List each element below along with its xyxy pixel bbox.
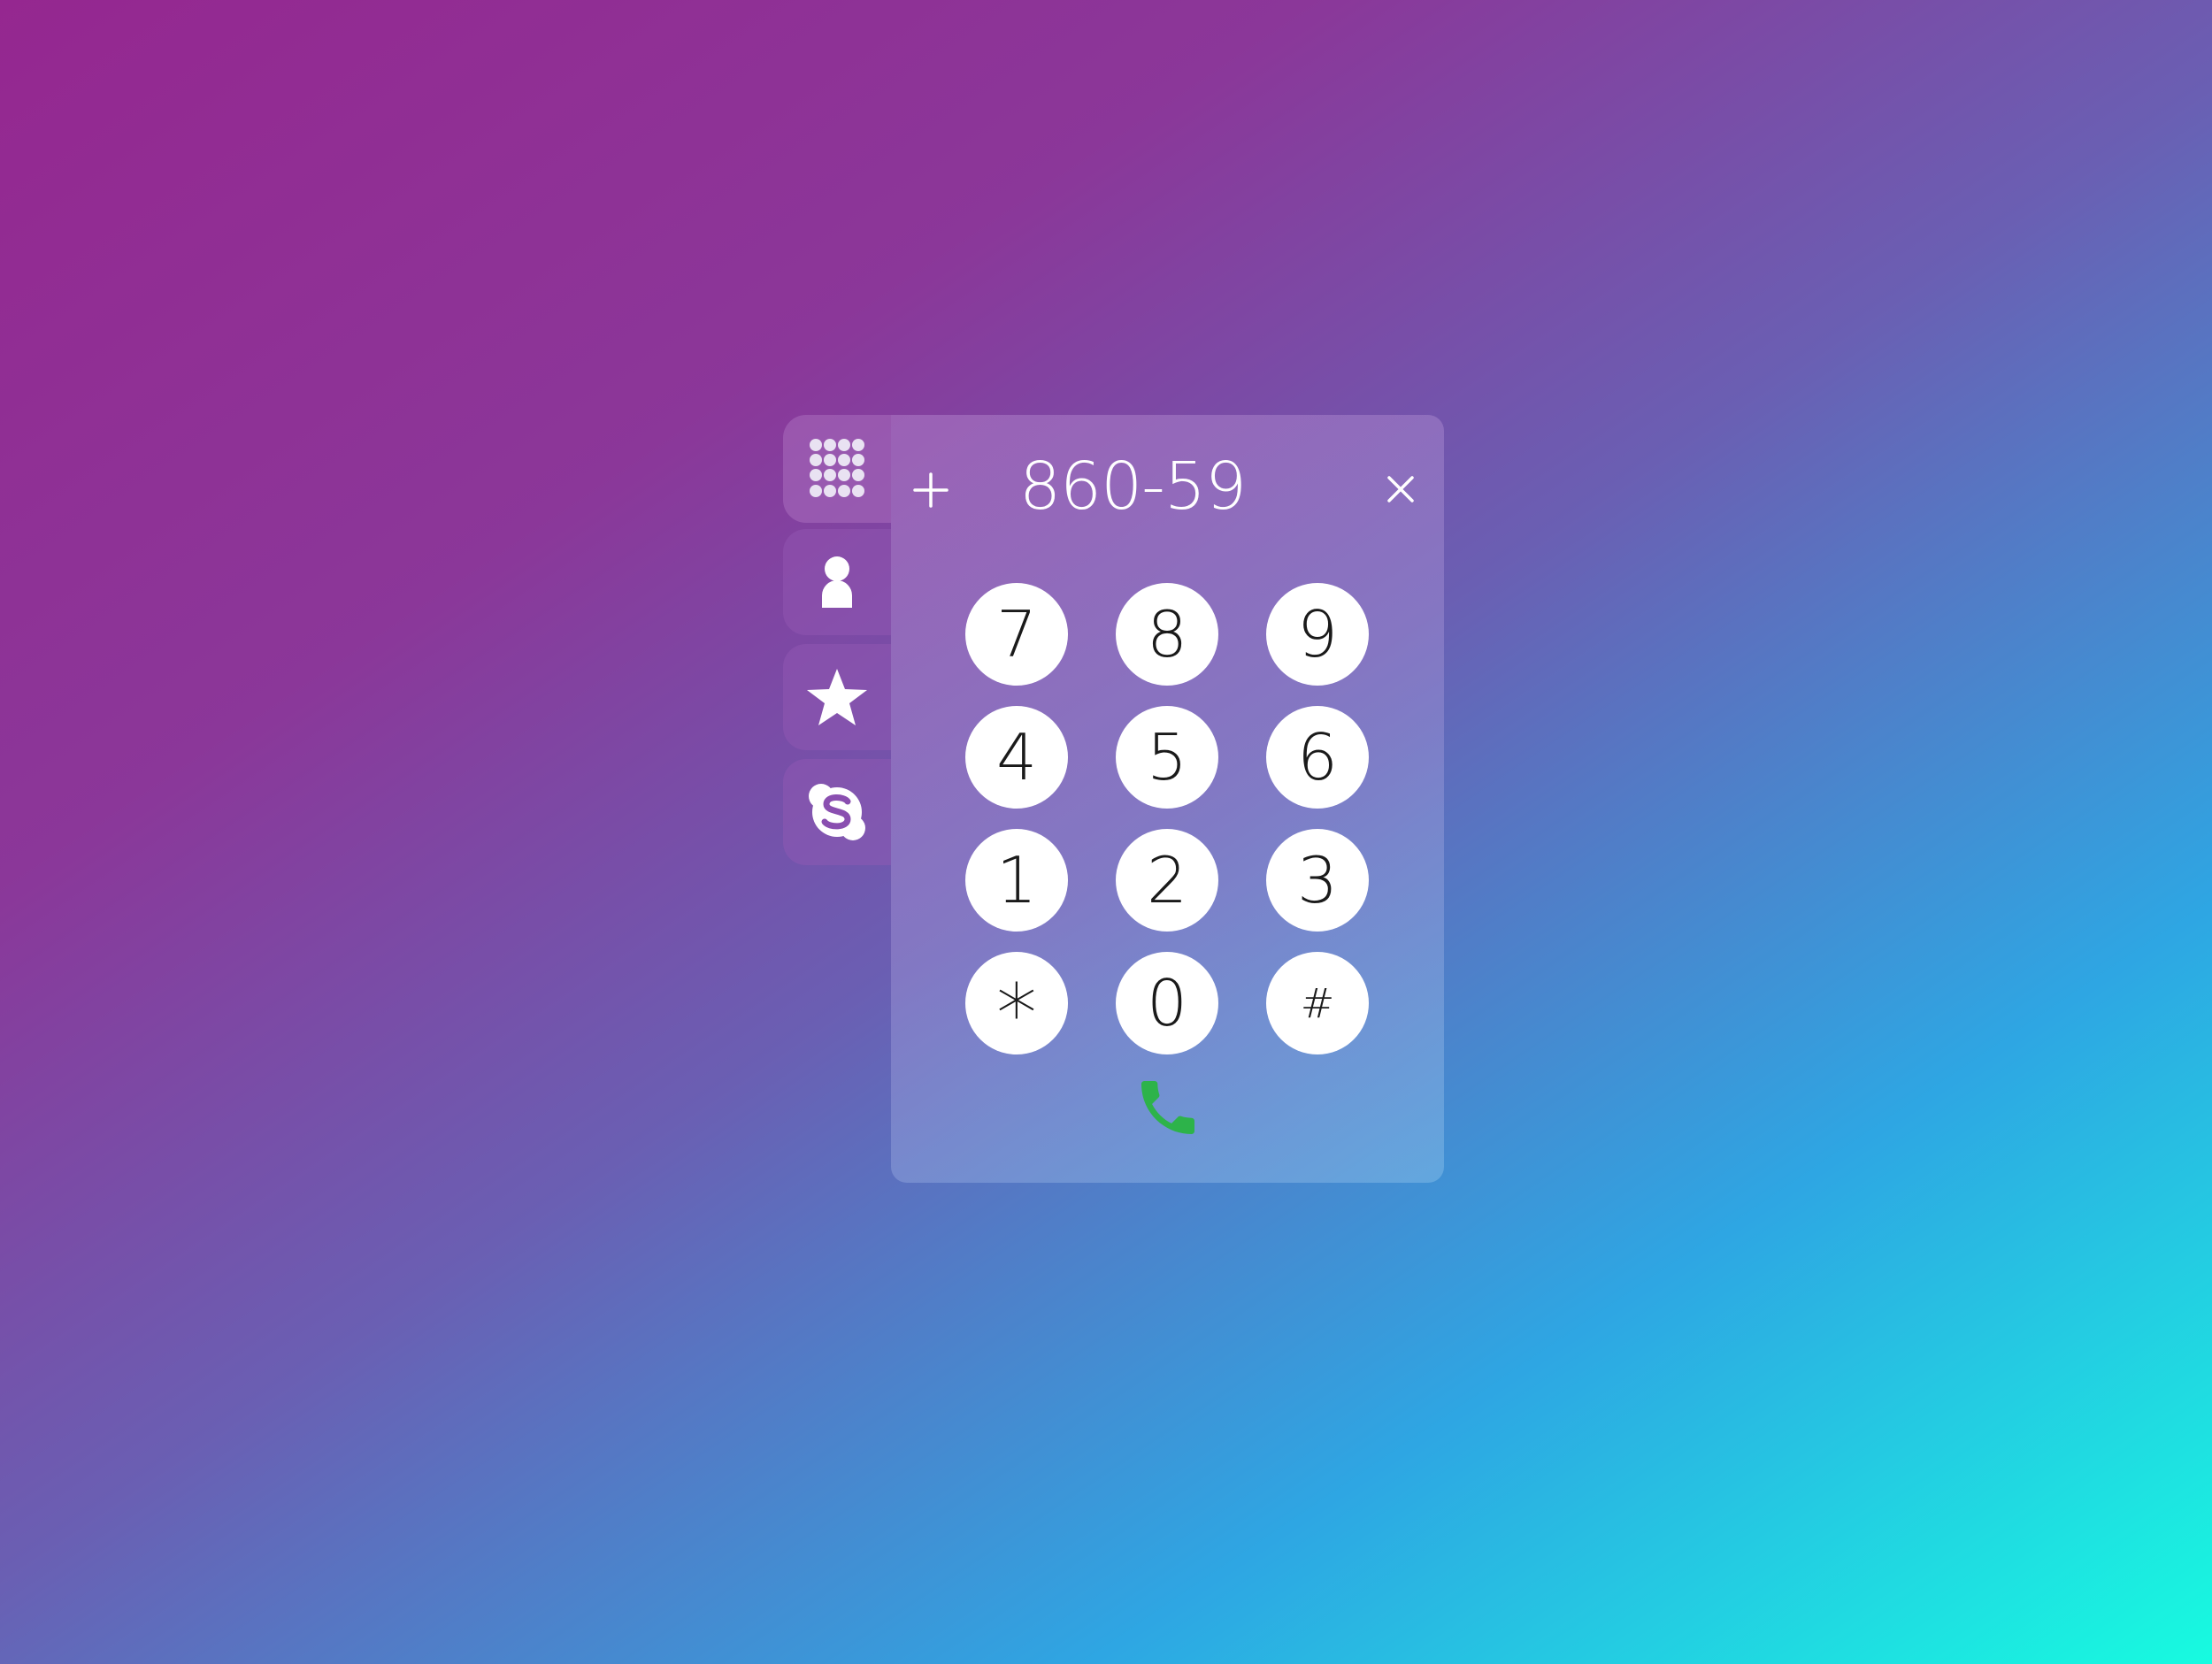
key-label: 8 xyxy=(1147,597,1187,671)
key-label: 3 xyxy=(1297,843,1338,917)
close-button[interactable] xyxy=(1380,469,1421,510)
key-label: # xyxy=(1300,979,1335,1027)
tab-skype[interactable] xyxy=(783,759,891,865)
key-label: 1 xyxy=(996,843,1037,917)
key-9[interactable]: 9 xyxy=(1266,583,1369,686)
key-label: 0 xyxy=(1147,966,1187,1040)
key-label: 4 xyxy=(996,720,1037,794)
dialed-number: 860-59 xyxy=(1018,449,1247,525)
key-8[interactable]: 8 xyxy=(1116,583,1218,686)
dialpad-icon xyxy=(810,439,864,497)
contact-icon xyxy=(822,556,852,608)
key-5[interactable]: 5 xyxy=(1116,706,1218,809)
key-label: * xyxy=(996,967,1037,1062)
phone-icon xyxy=(1141,1081,1194,1134)
key-label: 7 xyxy=(996,597,1037,671)
key-6[interactable]: 6 xyxy=(1266,706,1369,809)
key-7[interactable]: 7 xyxy=(965,583,1068,686)
close-icon xyxy=(1387,476,1414,502)
key-2[interactable]: 2 xyxy=(1116,829,1218,932)
key-3[interactable]: 3 xyxy=(1266,829,1369,932)
tab-contacts[interactable] xyxy=(783,529,891,635)
call-button[interactable] xyxy=(1125,1065,1210,1150)
star-icon xyxy=(807,669,867,725)
key-label: 6 xyxy=(1297,720,1338,794)
skype-icon xyxy=(809,784,865,840)
key-label: 9 xyxy=(1297,597,1338,671)
plus-icon xyxy=(913,472,949,508)
key-0[interactable]: 0 xyxy=(1116,952,1218,1054)
key-label: 5 xyxy=(1147,720,1187,794)
key-star[interactable]: * xyxy=(965,952,1068,1062)
key-4[interactable]: 4 xyxy=(965,706,1068,809)
tab-favorites[interactable] xyxy=(783,644,891,750)
key-label: 2 xyxy=(1147,843,1187,917)
key-hash[interactable]: # xyxy=(1266,952,1369,1054)
add-button[interactable] xyxy=(909,464,953,516)
key-1[interactable]: 1 xyxy=(965,829,1068,932)
tab-dialpad[interactable] xyxy=(783,415,891,523)
